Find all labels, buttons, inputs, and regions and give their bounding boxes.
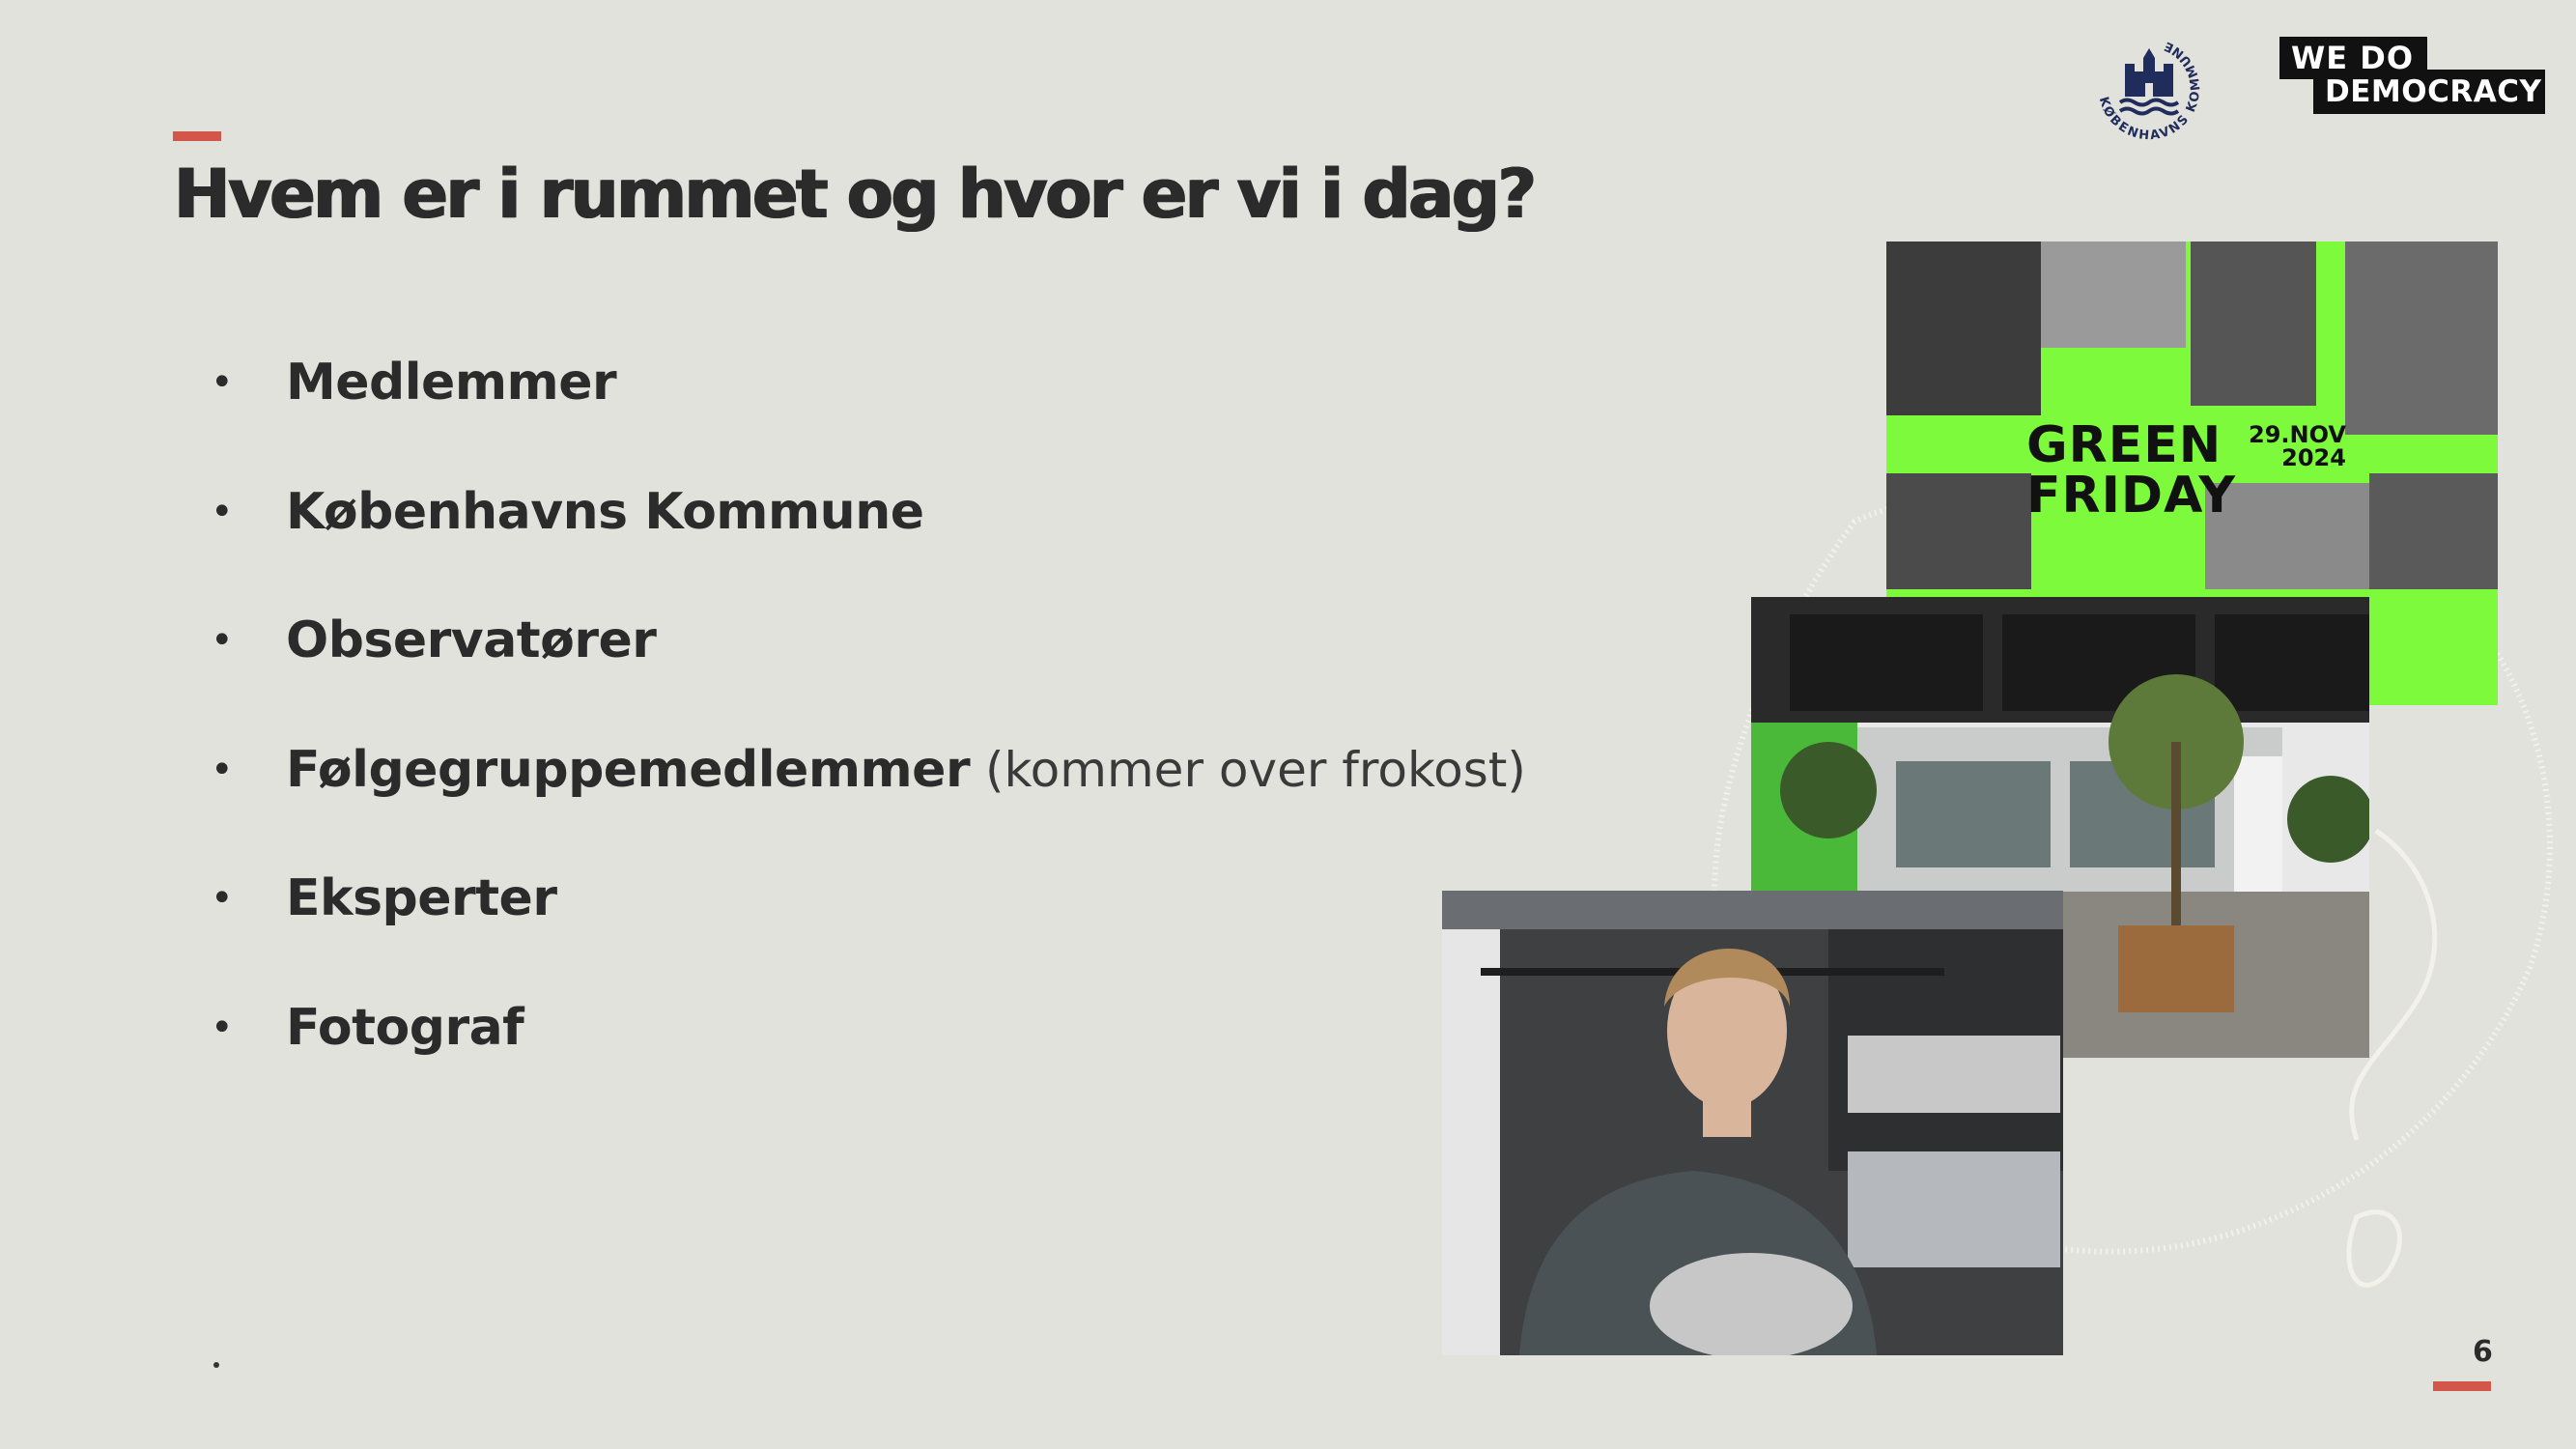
poster-title-line2: FRIDAY <box>2026 467 2236 525</box>
bullet-item: • Fotograf <box>211 993 1526 1122</box>
bullet-dot-icon: • <box>211 1005 234 1050</box>
bullet-item: • Københavns Kommune <box>211 477 1526 607</box>
slide-title: Hvem er i rummet og hvor er vi i dag? <box>174 155 1537 234</box>
bullet-text: Følgegruppemedlemmer <box>286 740 971 799</box>
poster-date-line1: 29.NOV <box>2249 421 2346 448</box>
poster-title-line1: GREEN <box>2026 416 2222 474</box>
bullet-dot-icon: • <box>211 876 234 921</box>
bullet-text: Observatører <box>286 611 657 669</box>
bullet-dot-icon: • <box>211 747 234 792</box>
bullet-item: • Observatører <box>211 606 1526 735</box>
we-do-democracy-logo: WE DO DEMOCRACY <box>2279 37 2545 116</box>
bullet-item: • Medlemmer <box>211 348 1526 477</box>
bullet-dot-icon: • <box>211 618 234 663</box>
kobenhavns-kommune-logo: KØBENHAVNS KOMMUNE <box>2096 38 2202 144</box>
poster-date-line2: 2024 <box>2281 444 2346 471</box>
bullet-dot-icon: • <box>211 489 234 534</box>
bullet-text: Københavns Kommune <box>286 482 924 541</box>
bullet-note: (kommer over frokost) <box>970 741 1526 798</box>
poster-title: GREEN FRIDAY <box>2026 420 2236 521</box>
bullet-text: Eksperter <box>286 869 557 927</box>
bullet-dot-icon: • <box>211 360 234 405</box>
page-number-accent-bar <box>2433 1381 2491 1391</box>
bullet-text: Medlemmer <box>286 354 617 412</box>
poster-date: 29.NOV 2024 <box>2249 423 2346 469</box>
page-number: 6 <box>2473 1335 2493 1369</box>
bullet-item: • Eksperter <box>211 864 1526 993</box>
person-photo-graphic <box>1442 891 2063 1355</box>
bullet-text: Fotograf <box>286 998 524 1057</box>
wdd-logo-line2: DEMOCRACY <box>2313 70 2545 114</box>
bullet-item: • Følgegruppemedlemmer (kommer over froko… <box>211 735 1526 865</box>
bullet-list: • Medlemmer • Københavns Kommune • Observat… <box>211 348 1526 1122</box>
footer-dot <box>213 1362 219 1368</box>
title-accent-bar <box>173 131 221 141</box>
person-holding-clothes-photo <box>1442 891 2063 1355</box>
